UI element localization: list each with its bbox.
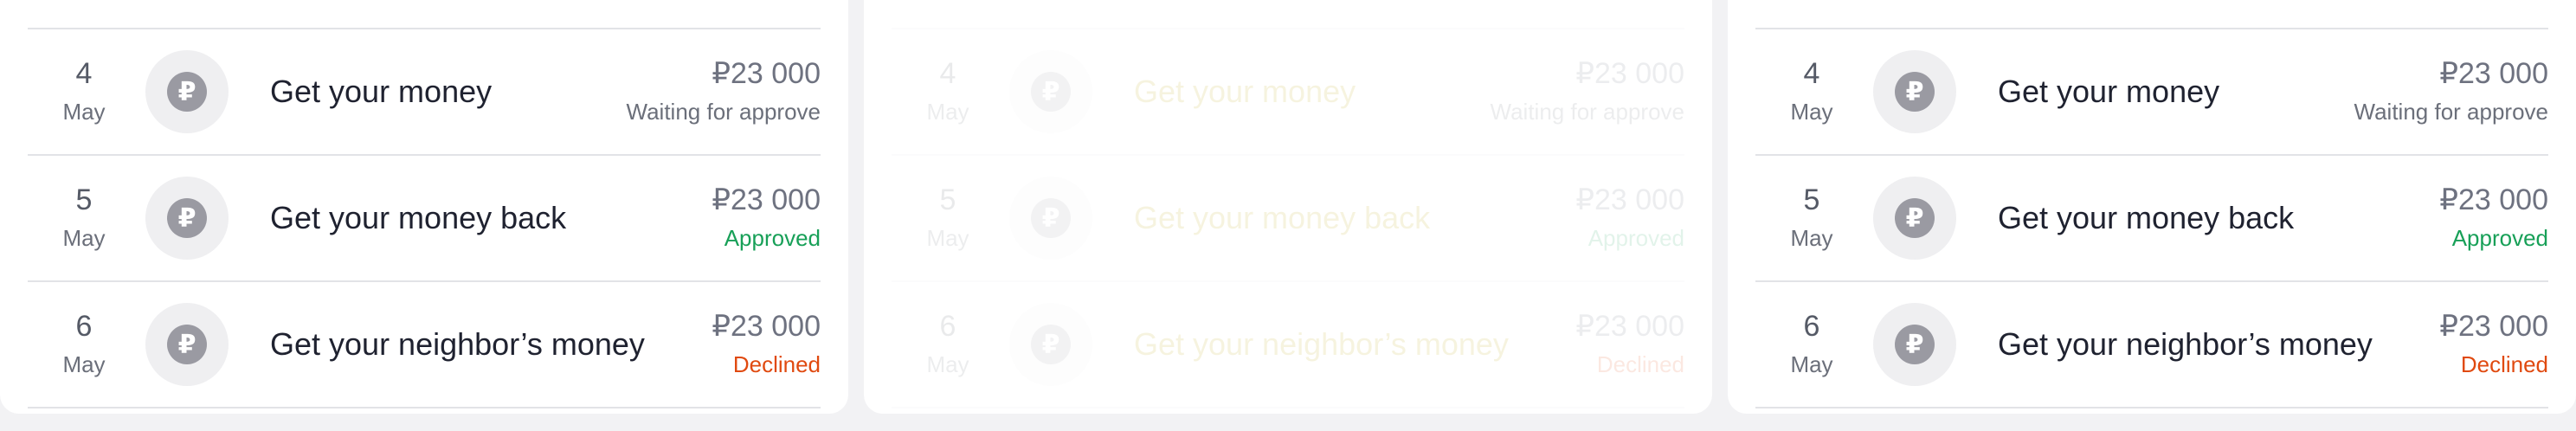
date-block: 6 May bbox=[28, 309, 140, 380]
ruble-icon: ₽ bbox=[1895, 72, 1935, 112]
transaction-list: 4 May ₽ Get your money ₽23 000 Waiting f… bbox=[1755, 28, 2548, 408]
transaction-row[interactable]: 6 May ₽ Get your neighbor’s money ₽23 00… bbox=[28, 280, 821, 408]
amount-block: ₽23 000 Waiting for approve bbox=[1491, 56, 1684, 127]
transaction-amount: ₽23 000 bbox=[1575, 310, 1684, 343]
status-label: Declined bbox=[2460, 351, 2548, 377]
ruble-icon: ₽ bbox=[1895, 325, 1935, 364]
transaction-row[interactable]: 6 May ₽ Get your neighbor’s money ₽23 00… bbox=[1755, 280, 2548, 408]
date-block: 6 May bbox=[1755, 309, 1868, 380]
transaction-row[interactable]: 5 May ₽ Get your money back ₽23 000 Appr… bbox=[892, 154, 1684, 280]
transaction-title: Get your money bbox=[270, 74, 493, 109]
date-day: 6 bbox=[1803, 310, 1820, 343]
date-block: 5 May bbox=[892, 183, 1004, 254]
transaction-title: Get your money back bbox=[270, 200, 567, 235]
transaction-row[interactable]: 5 May ₽ Get your money back ₽23 000 Appr… bbox=[28, 154, 821, 280]
currency-avatar: ₽ bbox=[1873, 177, 1956, 260]
date-month: May bbox=[926, 99, 969, 125]
amount-block: ₽23 000 Approved bbox=[712, 183, 821, 254]
ruble-icon: ₽ bbox=[1031, 72, 1071, 112]
date-day: 5 bbox=[75, 183, 93, 216]
status-label: Waiting for approve bbox=[626, 99, 821, 125]
ruble-icon: ₽ bbox=[1031, 198, 1071, 238]
transaction-amount: ₽23 000 bbox=[712, 183, 821, 216]
transaction-list: 4 May ₽ Get your money ₽23 000 Waiting f… bbox=[892, 28, 1684, 408]
date-block: 5 May bbox=[28, 183, 140, 254]
date-block: 5 May bbox=[1755, 183, 1868, 254]
date-block: 6 May bbox=[892, 309, 1004, 380]
transactions-card: 4 May ₽ Get your money ₽23 000 Waiting f… bbox=[1728, 0, 2576, 414]
date-day: 5 bbox=[1803, 183, 1820, 216]
status-label: Approved bbox=[724, 225, 821, 251]
transaction-title: Get your neighbor’s money bbox=[1134, 326, 1509, 362]
status-label: Approved bbox=[1587, 225, 1684, 251]
date-day: 6 bbox=[75, 310, 93, 343]
amount-block: ₽23 000 Approved bbox=[2439, 183, 2548, 254]
date-month: May bbox=[1790, 351, 1833, 377]
date-month: May bbox=[926, 351, 969, 377]
transaction-amount: ₽23 000 bbox=[2439, 57, 2548, 90]
ruble-icon: ₽ bbox=[167, 198, 207, 238]
date-day: 4 bbox=[939, 57, 956, 90]
transactions-card-faded: 4 May ₽ Get your money ₽23 000 Waiting f… bbox=[864, 0, 1712, 414]
ruble-icon: ₽ bbox=[1031, 325, 1071, 364]
amount-block: ₽23 000 Waiting for approve bbox=[627, 56, 821, 127]
transaction-list: 4 May ₽ Get your money ₽23 000 Waiting f… bbox=[28, 28, 821, 408]
currency-avatar: ₽ bbox=[1873, 50, 1956, 133]
date-day: 5 bbox=[939, 183, 956, 216]
currency-avatar: ₽ bbox=[1009, 303, 1092, 386]
transaction-row[interactable]: 6 May ₽ Get your neighbor’s money ₽23 00… bbox=[892, 280, 1684, 408]
date-block: 4 May bbox=[28, 56, 140, 127]
status-label: Waiting for approve bbox=[1490, 99, 1684, 125]
transaction-amount: ₽23 000 bbox=[1575, 183, 1684, 216]
transaction-row[interactable]: 4 May ₽ Get your money ₽23 000 Waiting f… bbox=[1755, 28, 2548, 154]
date-month: May bbox=[1790, 99, 1833, 125]
status-label: Declined bbox=[1596, 351, 1684, 377]
transaction-title: Get your money bbox=[1134, 74, 1356, 109]
date-block: 4 May bbox=[892, 56, 1004, 127]
transaction-amount: ₽23 000 bbox=[712, 57, 821, 90]
transaction-amount: ₽23 000 bbox=[2439, 310, 2548, 343]
date-month: May bbox=[926, 225, 969, 251]
date-month: May bbox=[62, 225, 106, 251]
status-label: Approved bbox=[2451, 225, 2548, 251]
status-label: Waiting for approve bbox=[2354, 99, 2548, 125]
currency-avatar: ₽ bbox=[1009, 177, 1092, 260]
ruble-icon: ₽ bbox=[167, 72, 207, 112]
transaction-title: Get your money bbox=[1998, 74, 2220, 109]
transaction-title: Get your money back bbox=[1998, 200, 2295, 235]
date-day: 6 bbox=[939, 310, 956, 343]
currency-avatar: ₽ bbox=[145, 50, 229, 133]
ruble-icon: ₽ bbox=[1895, 198, 1935, 238]
date-month: May bbox=[62, 99, 106, 125]
transaction-row[interactable]: 4 May ₽ Get your money ₽23 000 Waiting f… bbox=[892, 28, 1684, 154]
transaction-amount: ₽23 000 bbox=[2439, 183, 2548, 216]
currency-avatar: ₽ bbox=[1873, 303, 1956, 386]
date-month: May bbox=[62, 351, 106, 377]
transaction-title: Get your neighbor’s money bbox=[1998, 326, 2373, 362]
transactions-card: 4 May ₽ Get your money ₽23 000 Waiting f… bbox=[0, 0, 848, 414]
date-block: 4 May bbox=[1755, 56, 1868, 127]
transaction-title: Get your neighbor’s money bbox=[270, 326, 645, 362]
amount-block: ₽23 000 Declined bbox=[712, 309, 821, 380]
date-day: 4 bbox=[1803, 57, 1820, 90]
amount-block: ₽23 000 Waiting for approve bbox=[2354, 56, 2548, 127]
currency-avatar: ₽ bbox=[145, 303, 229, 386]
ruble-icon: ₽ bbox=[167, 325, 207, 364]
transaction-row[interactable]: 4 May ₽ Get your money ₽23 000 Waiting f… bbox=[28, 28, 821, 154]
date-month: May bbox=[1790, 225, 1833, 251]
currency-avatar: ₽ bbox=[1009, 50, 1092, 133]
transaction-row[interactable]: 5 May ₽ Get your money back ₽23 000 Appr… bbox=[1755, 154, 2548, 280]
transaction-amount: ₽23 000 bbox=[1575, 57, 1684, 90]
date-day: 4 bbox=[75, 57, 93, 90]
amount-block: ₽23 000 Declined bbox=[1575, 309, 1684, 380]
amount-block: ₽23 000 Approved bbox=[1575, 183, 1684, 254]
transaction-title: Get your money back bbox=[1134, 200, 1431, 235]
status-label: Declined bbox=[732, 351, 821, 377]
amount-block: ₽23 000 Declined bbox=[2439, 309, 2548, 380]
transaction-amount: ₽23 000 bbox=[712, 310, 821, 343]
currency-avatar: ₽ bbox=[145, 177, 229, 260]
